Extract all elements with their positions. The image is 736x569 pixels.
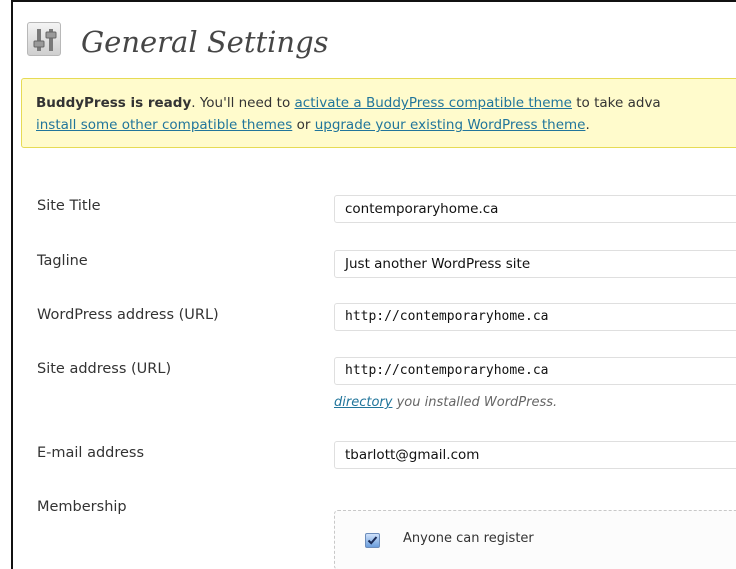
- site-title-input[interactable]: contemporaryhome.ca: [334, 195, 736, 223]
- tagline-input[interactable]: Just another WordPress site: [334, 250, 736, 278]
- checkmark-icon: [367, 536, 378, 545]
- wordpress-address-label: WordPress address (URL): [37, 307, 219, 323]
- hint-text: you installed WordPress.: [392, 395, 558, 410]
- wordpress-address-input[interactable]: http://contemporaryhome.ca: [334, 303, 736, 331]
- notice-bold-text: BuddyPress is ready: [36, 95, 192, 111]
- activate-theme-link[interactable]: activate a BuddyPress compatible theme: [295, 95, 572, 111]
- site-address-label: Site address (URL): [37, 361, 172, 377]
- membership-label: Membership: [37, 499, 127, 515]
- site-address-input[interactable]: http://contemporaryhome.ca: [334, 357, 736, 385]
- email-label: E-mail address: [37, 445, 145, 461]
- notice-text: to take adva: [571, 95, 661, 111]
- upgrade-theme-link[interactable]: upgrade your existing WordPress theme: [315, 117, 586, 133]
- notice-text: or: [292, 117, 315, 133]
- site-address-hint: directory you installed WordPress.: [334, 395, 557, 410]
- directory-link[interactable]: directory: [334, 395, 392, 410]
- tagline-label: Tagline: [37, 253, 88, 269]
- buddypress-notice: BuddyPress is ready. You'll need to acti…: [21, 78, 736, 148]
- install-themes-link[interactable]: install some other compatible themes: [36, 117, 292, 133]
- page-title: General Settings: [81, 25, 329, 59]
- notice-text: . You'll need to: [191, 95, 295, 111]
- settings-sliders-icon: [27, 22, 61, 56]
- email-input[interactable]: tbarlott@gmail.com: [334, 441, 736, 469]
- site-title-label: Site Title: [37, 198, 101, 214]
- membership-fieldset: Anyone can register: [334, 510, 736, 569]
- notice-text: .: [585, 117, 590, 133]
- anyone-can-register-label[interactable]: Anyone can register: [403, 531, 534, 546]
- anyone-can-register-checkbox[interactable]: [365, 533, 380, 548]
- settings-panel: General Settings BuddyPress is ready. Yo…: [11, 0, 736, 569]
